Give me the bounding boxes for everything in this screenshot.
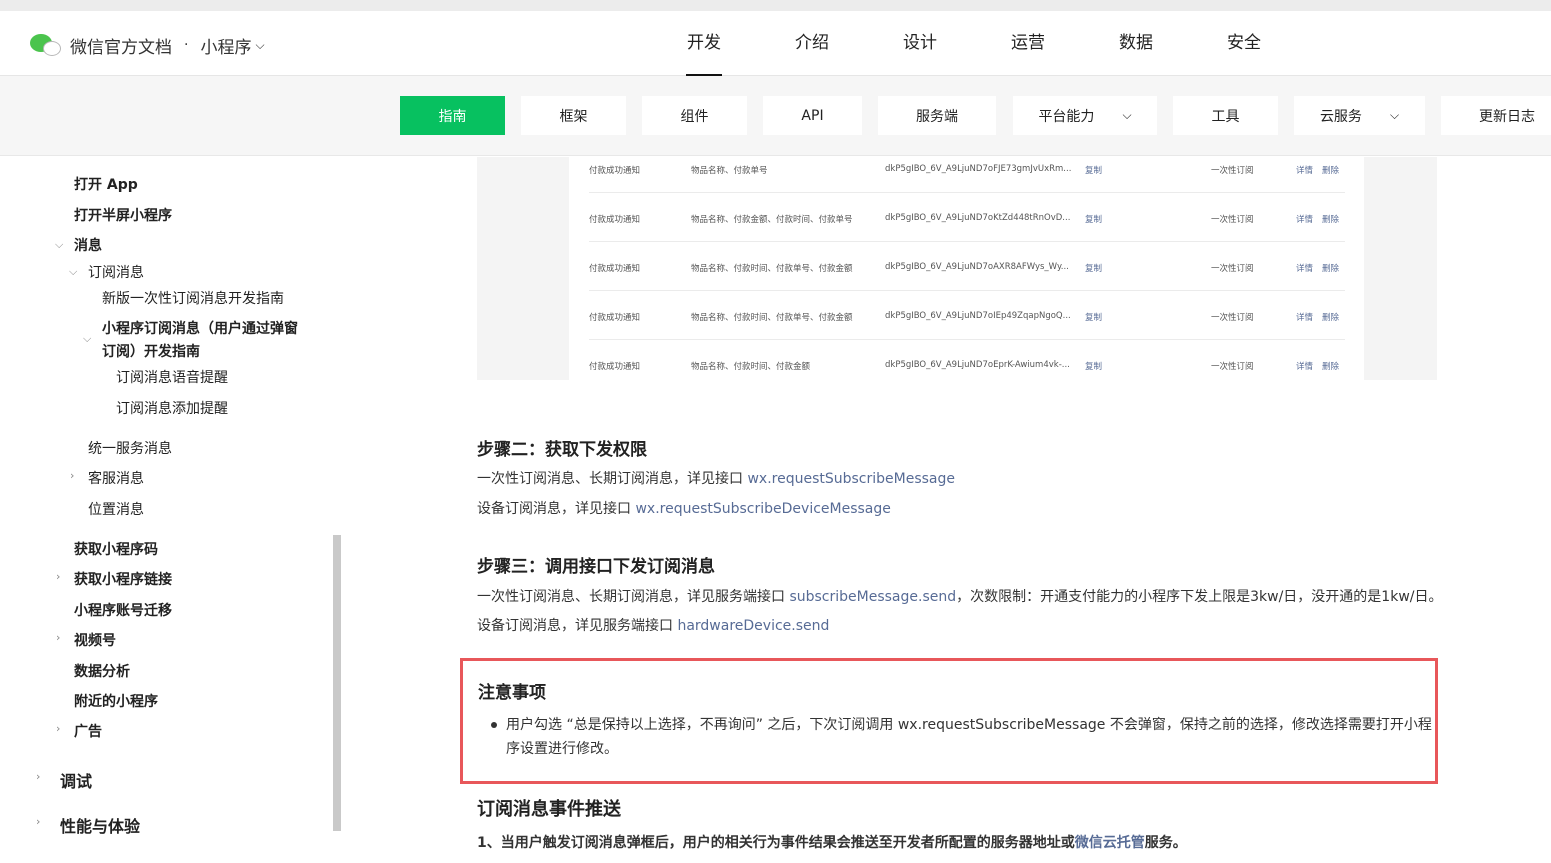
chevron-right-icon[interactable]: › <box>56 570 60 583</box>
top-header: 微信官方文档 · 小程序 ⌵ 开发 介绍 设计 运营 数据 安全 <box>0 0 1551 76</box>
detail-link[interactable]: 详情 <box>1296 311 1313 323</box>
tab-cloud[interactable]: 云服务 ⌵ <box>1294 96 1425 135</box>
chevron-right-icon[interactable]: › <box>36 770 40 783</box>
sidebar-item-voice-reminder[interactable]: 订阅消息语音提醒 <box>116 367 228 387</box>
step2-paragraph-1: 一次性订阅消息、长期订阅消息，详见接口 wx.requestSubscribeM… <box>477 471 955 487</box>
tab-guide[interactable]: 指南 <box>400 96 505 135</box>
sidebar-item-nearby[interactable]: 附近的小程序 <box>74 691 158 711</box>
top-nav: 开发 介绍 设计 运营 数据 安全 <box>650 11 1298 76</box>
copy-link[interactable]: 复制 <box>1085 213 1102 225</box>
copy-link[interactable]: 复制 <box>1085 360 1102 372</box>
brand-separator: · <box>184 37 189 53</box>
step3-title: 步骤三：调用接口下发订阅消息 <box>477 557 715 577</box>
chevron-right-icon[interactable]: › <box>56 631 60 644</box>
nav-design[interactable]: 设计 <box>866 11 974 76</box>
chevron-down-icon: ⌵ <box>1389 108 1400 122</box>
detail-link[interactable]: 详情 <box>1296 213 1313 225</box>
link-request-subscribe-message[interactable]: wx.requestSubscribeMessage <box>747 471 955 487</box>
link-wechat-cloud-hosting[interactable]: 微信云托管 <box>1075 835 1145 851</box>
sidebar-item-location-msg[interactable]: 位置消息 <box>88 499 144 519</box>
sidebar-item-customer-service[interactable]: 客服消息 <box>88 468 144 488</box>
delete-link[interactable]: 删除 <box>1322 164 1339 176</box>
product-selector[interactable]: 小程序 <box>200 33 251 58</box>
table-row: 付款成功通知 物品名称、付款时间、付款单号、付款金额 dkP5gIBO_6V_A… <box>589 291 1345 340</box>
notice-title: 注意事项 <box>478 683 546 703</box>
copy-link[interactable]: 复制 <box>1085 262 1102 274</box>
table-row: 付款成功通知 物品名称、付款金额、付款时间、付款单号 dkP5gIBO_6V_A… <box>589 193 1345 242</box>
sidebar: 打开 App 打开半屏小程序 ⌵ 消息 ⌵ 订阅消息 新版一次性订阅消息开发指南… <box>0 157 336 863</box>
sidebar-item-performance[interactable]: 性能与体验 <box>60 813 140 837</box>
step3-paragraph-1: 一次性订阅消息、长期订阅消息，详见服务端接口 subscribeMessage.… <box>477 589 1443 605</box>
sidebar-item-analytics[interactable]: 数据分析 <box>74 661 130 681</box>
sidebar-item-popup-guide[interactable]: 小程序订阅消息（用户通过弹窗 <box>102 318 298 338</box>
tab-api[interactable]: API <box>763 96 862 135</box>
step3-paragraph-2: 设备订阅消息，详见服务端接口 hardwareDevice.send <box>477 618 830 634</box>
sidebar-item-popup-guide-line2[interactable]: 订阅）开发指南 <box>102 341 200 361</box>
chevron-down-icon[interactable]: ⌵ <box>255 38 264 53</box>
table-row: 付款成功通知 物品名称、付款时间、付款金额 dkP5gIBO_6V_A9LjuN… <box>589 360 1340 372</box>
detail-link[interactable]: 详情 <box>1296 164 1313 176</box>
link-hardware-device-send[interactable]: hardwareDevice.send <box>677 618 829 634</box>
chevron-right-icon[interactable]: › <box>36 815 40 828</box>
sidebar-item-account-migration[interactable]: 小程序账号迁移 <box>74 600 172 620</box>
nav-security[interactable]: 安全 <box>1190 11 1298 76</box>
sidebar-item-qrcode[interactable]: 获取小程序码 <box>74 539 158 559</box>
nav-develop[interactable]: 开发 <box>650 11 758 76</box>
sidebar-item-messages[interactable]: 消息 <box>74 235 102 255</box>
copy-link[interactable]: 复制 <box>1085 164 1102 176</box>
chevron-down-icon[interactable]: ⌵ <box>83 332 91 346</box>
sidebar-item-open-halfscreen[interactable]: 打开半屏小程序 <box>74 205 172 225</box>
link-subscribe-message-send[interactable]: subscribeMessage.send <box>789 589 956 605</box>
tab-platform[interactable]: 平台能力 ⌵ <box>1013 96 1157 135</box>
delete-link[interactable]: 删除 <box>1322 262 1339 274</box>
tab-tools[interactable]: 工具 <box>1173 96 1278 135</box>
sidebar-item-debug[interactable]: 调试 <box>60 768 92 792</box>
notice-text: 用户勾选 “总是保持以上选择，不再询问” 之后，下次订阅调用 wx.reques… <box>506 717 1432 757</box>
delete-link[interactable]: 删除 <box>1322 213 1339 225</box>
delete-link[interactable]: 删除 <box>1322 311 1339 323</box>
tab-changelog[interactable]: 更新日志 <box>1441 96 1551 135</box>
bullet-icon <box>491 722 497 728</box>
nav-operation[interactable]: 运营 <box>974 11 1082 76</box>
sidebar-item-new-onetime[interactable]: 新版一次性订阅消息开发指南 <box>102 288 284 308</box>
link-request-subscribe-device-message[interactable]: wx.requestSubscribeDeviceMessage <box>635 501 890 517</box>
wechat-logo-icon <box>30 32 62 58</box>
detail-link[interactable]: 详情 <box>1296 360 1313 372</box>
notice-box: 注意事项 用户勾选 “总是保持以上选择，不再询问” 之后，下次订阅调用 wx.r… <box>460 658 1438 784</box>
delete-link[interactable]: 删除 <box>1322 360 1339 372</box>
event-push-paragraph: 1、当用户触发订阅消息弹框后，用户的相关行为事件结果会推送至开发者所配置的服务器… <box>477 835 1187 851</box>
nav-data[interactable]: 数据 <box>1082 11 1190 76</box>
tab-server[interactable]: 服务端 <box>878 96 996 135</box>
nav-intro[interactable]: 介绍 <box>758 11 866 76</box>
tab-platform-label: 平台能力 <box>1038 108 1095 125</box>
sidebar-item-unified-service[interactable]: 统一服务消息 <box>88 438 172 458</box>
brand-title: 微信官方文档 <box>70 37 172 58</box>
template-table: 付款成功通知 物品名称、付款单号 dkP5gIBO_6V_A9LjuND7oFJ… <box>569 157 1364 380</box>
sidebar-item-ads[interactable]: 广告 <box>74 721 102 741</box>
main-content: 付款成功通知 物品名称、付款单号 dkP5gIBO_6V_A9LjuND7oFJ… <box>336 157 1551 863</box>
sub-nav: 指南 框架 组件 API 服务端 平台能力 ⌵ 工具 云服务 ⌵ 更新日志 <box>0 76 1551 156</box>
chevron-right-icon[interactable]: › <box>70 469 74 482</box>
table-row: 付款成功通知 物品名称、付款时间、付款单号、付款金额 dkP5gIBO_6V_A… <box>589 242 1345 291</box>
step2-title: 步骤二：获取下发权限 <box>477 440 647 460</box>
chevron-right-icon[interactable]: › <box>56 722 60 735</box>
step2-paragraph-2: 设备订阅消息，详见接口 wx.requestSubscribeDeviceMes… <box>477 501 891 517</box>
template-list-screenshot: 付款成功通知 物品名称、付款单号 dkP5gIBO_6V_A9LjuND7oFJ… <box>477 157 1437 380</box>
sidebar-item-add-reminder[interactable]: 订阅消息添加提醒 <box>116 398 228 418</box>
sidebar-item-subscribe-msg[interactable]: 订阅消息 <box>88 262 144 282</box>
event-push-title: 订阅消息事件推送 <box>477 799 621 820</box>
tab-components[interactable]: 组件 <box>642 96 747 135</box>
chevron-down-icon[interactable]: ⌵ <box>69 265 77 279</box>
sidebar-item-channels[interactable]: 视频号 <box>74 630 116 650</box>
brand[interactable]: 微信官方文档 · 小程序 ⌵ <box>30 29 265 61</box>
chevron-down-icon: ⌵ <box>1122 108 1132 122</box>
tab-cloud-label: 云服务 <box>1319 108 1362 125</box>
sidebar-item-open-app[interactable]: 打开 App <box>74 174 138 194</box>
copy-link[interactable]: 复制 <box>1085 311 1102 323</box>
table-row: 付款成功通知 物品名称、付款单号 dkP5gIBO_6V_A9LjuND7oFJ… <box>589 157 1345 193</box>
chevron-down-icon[interactable]: ⌵ <box>55 238 63 252</box>
sidebar-item-link[interactable]: 获取小程序链接 <box>74 569 172 589</box>
tab-framework[interactable]: 框架 <box>521 96 626 135</box>
detail-link[interactable]: 详情 <box>1296 262 1313 274</box>
